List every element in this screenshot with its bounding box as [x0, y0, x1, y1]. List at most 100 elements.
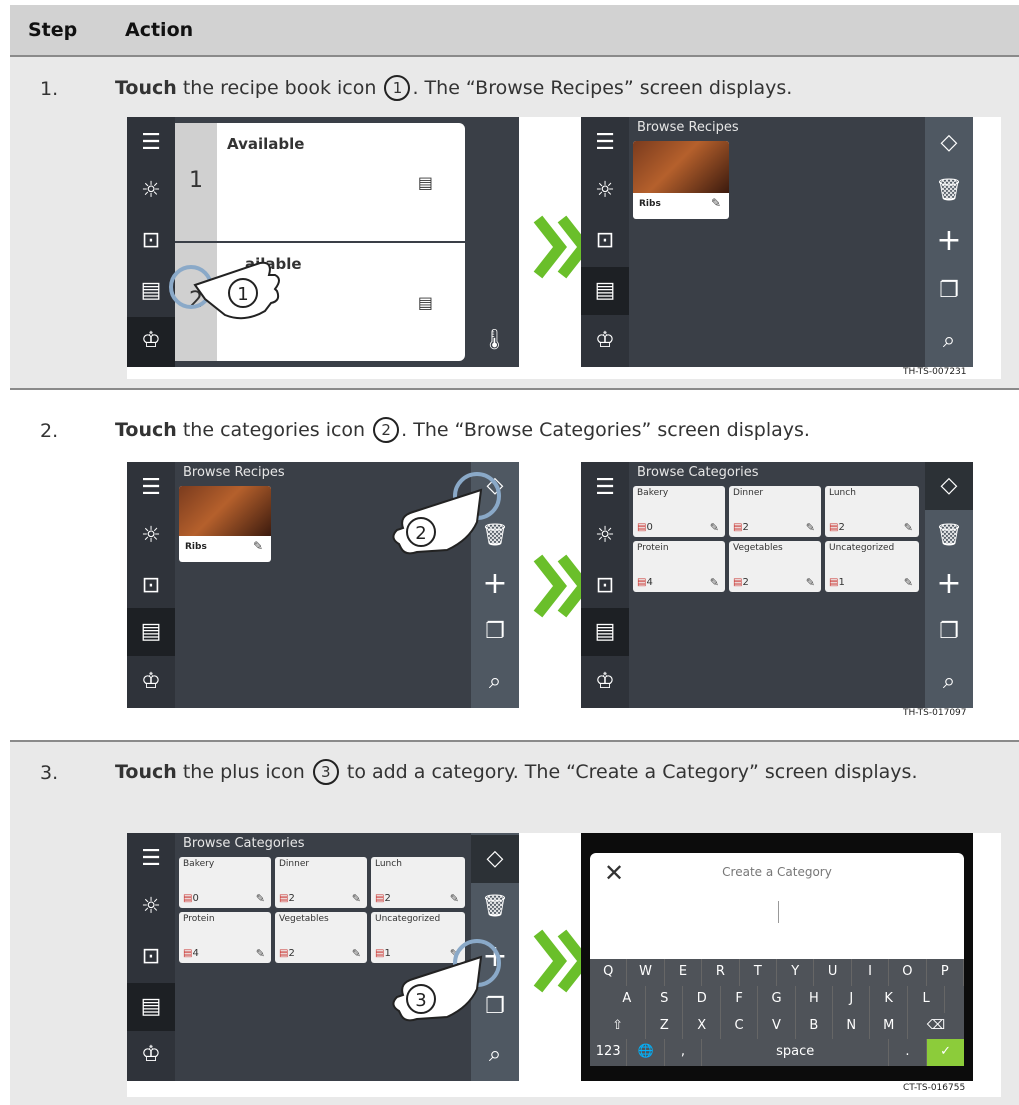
brightness-icon[interactable]: ☼ [581, 512, 629, 560]
menu-icon[interactable]: ☰ [581, 464, 629, 512]
key-f[interactable]: F [721, 985, 759, 1013]
search-icon[interactable]: ⌕ [471, 1031, 519, 1079]
copy-icon[interactable]: ❐ [471, 608, 519, 656]
key-r[interactable]: R [702, 959, 740, 986]
key-s[interactable]: S [646, 985, 684, 1013]
tag-icon[interactable]: ◇ [471, 835, 519, 883]
key-123[interactable]: 123 [590, 1039, 628, 1066]
category-card[interactable]: Dinner ▤2 ✎ [729, 486, 821, 537]
key-y[interactable]: Y [777, 959, 815, 986]
category-card[interactable]: Dinner ▤2 ✎ [275, 857, 367, 908]
key-comma[interactable]: , [665, 1039, 703, 1066]
recipe-card[interactable]: Ribs ✎ [179, 486, 271, 562]
tag-icon[interactable]: ◇ [925, 462, 973, 510]
plus-icon[interactable]: + [471, 560, 519, 608]
recipe-book-icon[interactable]: ▤ [581, 608, 629, 656]
trash-icon[interactable]: 🗑 [471, 883, 519, 931]
plus-icon[interactable]: + [925, 560, 973, 608]
key-k[interactable]: K [871, 985, 908, 1013]
brightness-icon[interactable]: ☼ [581, 167, 629, 215]
key-c[interactable]: C [721, 1012, 759, 1040]
step-number: 2. [40, 420, 59, 442]
category-card[interactable]: Bakery ▤0 ✎ [633, 486, 725, 537]
action-column-header: Action [125, 19, 194, 41]
globe-icon[interactable]: 🌐 [627, 1039, 665, 1066]
category-card[interactable]: Vegetables ▤2 ✎ [729, 541, 821, 592]
edit-icon: ✎ [709, 521, 719, 534]
category-card[interactable]: Vegetables ▤2 ✎ [275, 912, 367, 963]
search-icon[interactable]: ⌕ [471, 658, 519, 706]
recipe-book-icon[interactable]: ▤ [581, 267, 629, 315]
category-card[interactable]: Protein ▤4 ✎ [179, 912, 271, 963]
backspace-icon[interactable]: ⌫ [908, 1013, 964, 1040]
trash-icon[interactable]: 🗑 [925, 512, 973, 560]
copy-icon[interactable]: ❐ [925, 267, 973, 315]
menu-icon[interactable]: ☰ [127, 835, 175, 883]
recipe-card[interactable]: Ribs ✎ [633, 141, 729, 219]
check-icon[interactable]: ✓ [926, 1039, 965, 1066]
lock-icon[interactable]: ⊡ [581, 217, 629, 265]
lock-icon[interactable]: ⊡ [127, 933, 175, 981]
clipboard-icon[interactable]: ▤ [418, 293, 433, 312]
plus-icon[interactable]: + [925, 217, 973, 265]
menu-icon[interactable]: ☰ [581, 119, 629, 167]
category-card[interactable]: Lunch ▤2 ✎ [825, 486, 919, 537]
copy-icon[interactable]: ❐ [925, 608, 973, 656]
key-l[interactable]: L [908, 985, 946, 1013]
key-g[interactable]: G [758, 985, 796, 1013]
chef-hat-icon[interactable]: ♔ [581, 658, 629, 706]
search-icon[interactable]: ⌕ [925, 658, 973, 706]
key-b[interactable]: B [796, 1012, 834, 1040]
edit-icon[interactable]: ✎ [711, 196, 721, 210]
key-p[interactable]: P [927, 959, 964, 986]
lock-icon[interactable]: ⊡ [581, 562, 629, 610]
key-q[interactable]: Q [590, 959, 628, 986]
key-h[interactable]: H [796, 985, 834, 1013]
key-d[interactable]: D [684, 985, 721, 1013]
brightness-icon[interactable]: ☼ [127, 167, 175, 215]
menu-icon[interactable]: ☰ [127, 119, 175, 167]
key-period[interactable]: . [889, 1039, 927, 1066]
key-v[interactable]: V [758, 1012, 796, 1040]
edit-icon: ✎ [255, 947, 265, 960]
key-space[interactable]: space [702, 1039, 890, 1066]
key-a[interactable]: A [609, 985, 647, 1013]
key-n[interactable]: N [833, 1012, 871, 1040]
text-cursor[interactable] [778, 901, 779, 923]
category-card[interactable]: Uncategorized ▤1 ✎ [825, 541, 919, 592]
brightness-icon[interactable]: ☼ [127, 512, 175, 560]
shift-icon[interactable]: ⇧ [590, 1012, 647, 1040]
key-t[interactable]: T [740, 959, 777, 986]
key-i[interactable]: I [852, 959, 890, 986]
thermometer-icon[interactable]: 🌡 [482, 327, 507, 351]
recipe-book-icon[interactable]: ▤ [127, 983, 175, 1031]
search-icon[interactable]: ⌕ [925, 317, 973, 365]
key-m[interactable]: M [871, 1012, 908, 1040]
chef-hat-icon[interactable]: ♔ [127, 658, 175, 706]
trash-icon[interactable]: 🗑 [925, 167, 973, 215]
brightness-icon[interactable]: ☼ [127, 883, 175, 931]
key-o[interactable]: O [889, 959, 927, 986]
key-u[interactable]: U [814, 959, 852, 986]
tag-icon[interactable]: ◇ [925, 119, 973, 167]
key-z[interactable]: Z [646, 1012, 684, 1040]
edit-icon[interactable]: ✎ [253, 539, 263, 553]
edit-icon: ✎ [805, 576, 815, 589]
menu-icon[interactable]: ☰ [127, 464, 175, 512]
category-card[interactable]: Protein ▤4 ✎ [633, 541, 725, 592]
device-screen-browse-categories: ☰ ☼ ⊡ ▤ ♔ Browse Categories Bakery ▤0 ✎ Di… [127, 833, 519, 1081]
lock-icon[interactable]: ⊡ [127, 562, 175, 610]
step-instruction: Touch the categories icon 2. The “Browse… [115, 415, 995, 445]
key-w[interactable]: W [627, 959, 665, 986]
key-j[interactable]: J [833, 985, 871, 1013]
clipboard-icon[interactable]: ▤ [418, 173, 433, 192]
slot-1[interactable]: 1 Available ▤ [175, 123, 465, 241]
key-x[interactable]: X [684, 1012, 721, 1040]
category-card[interactable]: Bakery ▤0 ✎ [179, 857, 271, 908]
recipe-book-icon[interactable]: ▤ [127, 608, 175, 656]
chef-hat-icon[interactable]: ♔ [127, 1031, 175, 1079]
step-number: 3. [40, 762, 59, 784]
key-e[interactable]: E [665, 959, 703, 986]
category-card[interactable]: Lunch ▤2 ✎ [371, 857, 465, 908]
chef-hat-icon[interactable]: ♔ [581, 317, 629, 365]
